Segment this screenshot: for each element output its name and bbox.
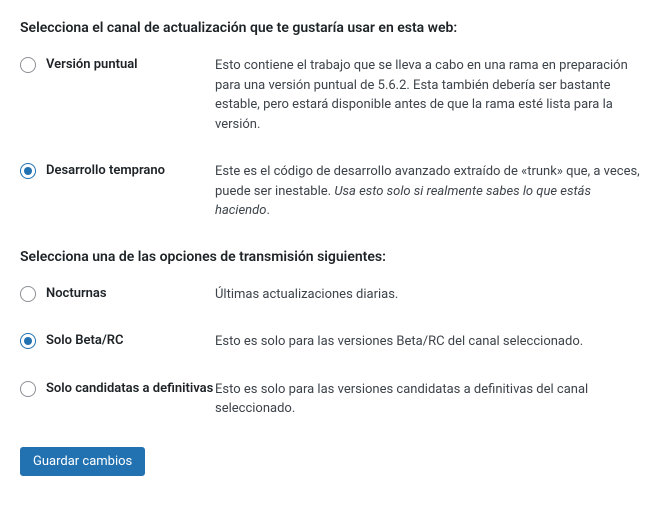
stream-section-heading: Selecciona una de las opciones de transm…	[20, 249, 650, 265]
radio-solo-beta-rc[interactable]	[20, 333, 36, 349]
radio-desarrollo-temprano[interactable]	[20, 163, 36, 179]
channel-section-heading: Selecciona el canal de actualización que…	[20, 20, 650, 36]
option-row: Versión puntual Esto contiene el trabajo…	[20, 56, 650, 134]
desc-suffix: .	[266, 203, 269, 218]
option-label[interactable]: Desarrollo temprano	[46, 162, 165, 180]
option-description: Últimas actualizaciones diarias.	[215, 285, 650, 305]
option-label-col: Versión puntual	[20, 56, 215, 74]
option-label[interactable]: Solo candidatas a definitivas	[46, 380, 213, 398]
radio-solo-candidatas[interactable]	[20, 381, 36, 397]
option-label-col: Desarrollo temprano	[20, 162, 215, 180]
radio-nocturnas[interactable]	[20, 286, 36, 302]
option-row: Solo Beta/RC Esto es solo para las versi…	[20, 332, 650, 352]
option-description: Esto es solo para las versiones Beta/RC …	[215, 332, 650, 352]
option-label-col: Solo Beta/RC	[20, 332, 215, 350]
option-label[interactable]: Solo Beta/RC	[46, 332, 124, 350]
save-button[interactable]: Guardar cambios	[20, 447, 145, 476]
option-row: Desarrollo temprano Este es el código de…	[20, 162, 650, 221]
option-label[interactable]: Versión puntual	[46, 56, 138, 74]
option-label-col: Solo candidatas a definitivas	[20, 380, 215, 398]
option-description: Esto es solo para las versiones candidat…	[215, 380, 650, 419]
option-label[interactable]: Nocturnas	[46, 285, 107, 303]
option-label-col: Nocturnas	[20, 285, 215, 303]
option-row: Solo candidatas a definitivas Esto es so…	[20, 380, 650, 419]
option-description: Este es el código de desarrollo avanzado…	[215, 162, 650, 221]
option-description: Esto contiene el trabajo que se lleva a …	[215, 56, 650, 134]
option-row: Nocturnas Últimas actualizaciones diaria…	[20, 285, 650, 305]
radio-version-puntual[interactable]	[20, 57, 36, 73]
